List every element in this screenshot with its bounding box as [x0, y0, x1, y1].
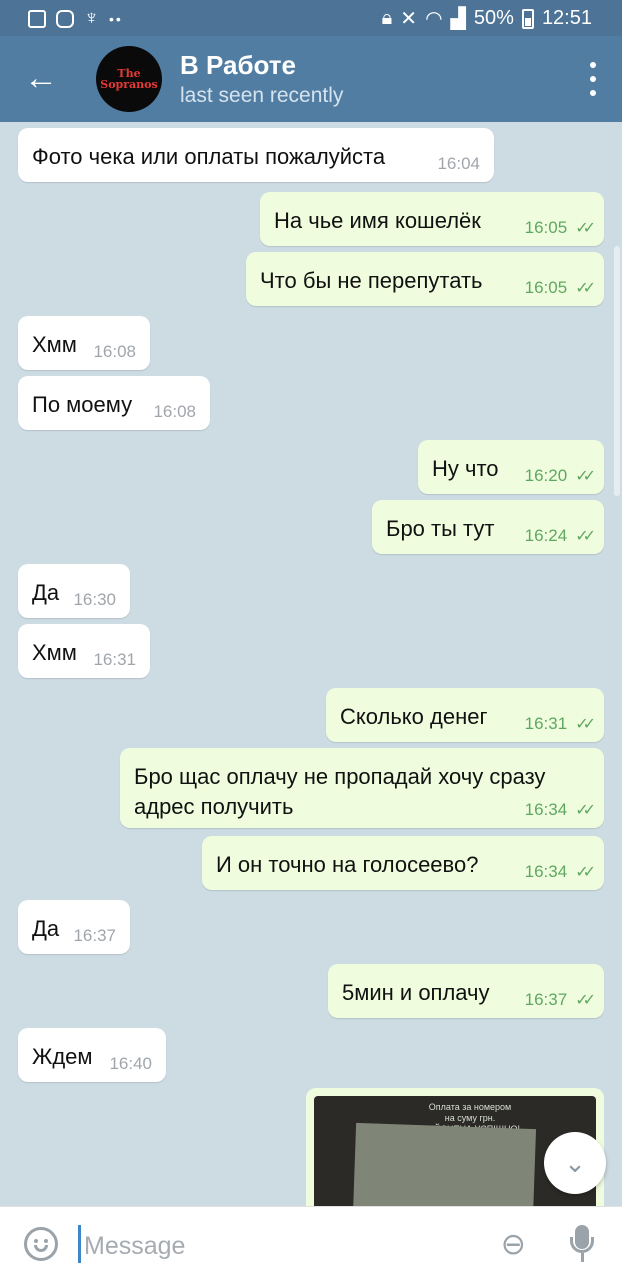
instagram-icon [56, 9, 74, 28]
message-time: 16:05 [524, 278, 568, 297]
clock: 12:51 [541, 7, 592, 29]
chat-subtitle: last seen recently [180, 84, 344, 107]
accessibility-icon: ♆ [84, 7, 99, 29]
chevron-down-icon: ⌄ [564, 1148, 586, 1178]
status-bar: ♆ •• 🔒︎ ✕ ◠ ▟ 50% 12:51 [0, 0, 622, 36]
message-time: 16:37 [524, 990, 568, 1009]
more-dots-icon: •• [109, 10, 123, 27]
message-time: 16:31 [524, 714, 568, 733]
message-time: 16:08 [93, 342, 136, 361]
double-check-icon: ✓✓ [575, 992, 596, 1009]
mute-icon: ✕ [400, 8, 418, 30]
message-time: 16:30 [73, 590, 116, 609]
double-check-icon: ✓✓ [575, 864, 596, 881]
message-bubble[interactable]: По моему 16:08 [18, 376, 210, 430]
more-vert-icon[interactable] [586, 62, 600, 96]
double-check-icon: ✓✓ [575, 528, 596, 545]
message-time: 16:34 [524, 862, 568, 881]
message-time: 16:20 [524, 466, 568, 485]
lock-icon: 🔒︎ [381, 7, 393, 29]
message-time: 16:08 [153, 402, 196, 421]
message-time: 16:24 [524, 526, 568, 545]
message-bubble[interactable]: На чье имя кошелёк 16:05 ✓✓ [260, 192, 604, 246]
message-bubble[interactable]: Ну что 16:20 ✓✓ [418, 440, 604, 494]
photo-caption-line: на суму грн. [444, 1113, 496, 1123]
receipt-paper [351, 1122, 537, 1206]
battery-icon [521, 8, 534, 29]
double-check-icon: ✓✓ [575, 468, 596, 485]
attach-icon[interactable]: ⊘ [485, 1217, 540, 1272]
message-bubble[interactable]: 5мин и оплачу 16:37 ✓✓ [328, 964, 604, 1018]
message-time: 16:05 [524, 218, 568, 237]
message-time: 16:31 [93, 650, 136, 669]
message-time: 16:04 [437, 154, 480, 173]
double-check-icon: ✓✓ [575, 280, 596, 297]
message-bubble[interactable]: Ждем 16:40 [18, 1028, 166, 1082]
avatar-text: The Sopranos [100, 67, 158, 91]
status-bar-right: 🔒︎ ✕ ◠ ▟ 50% 12:51 [382, 6, 592, 31]
message-bubble[interactable]: Что бы не перепутать 16:05 ✓✓ [246, 252, 604, 306]
double-check-icon: ✓✓ [575, 716, 596, 733]
message-bubble[interactable]: Фото чека или оплаты пожалуйста 16:04 [18, 128, 494, 182]
chat-title[interactable]: В Работе [180, 50, 296, 81]
message-bubble[interactable]: Сколько денег 16:31 ✓✓ [326, 688, 604, 742]
mic-icon[interactable] [568, 1225, 598, 1265]
double-check-icon: ✓✓ [575, 220, 596, 237]
message-text: Фото чека или оплаты пожалуйста [32, 144, 386, 169]
avatar[interactable]: The Sopranos [96, 46, 162, 112]
message-text: Бро щас оплачу не пропадай хочу сразу ад… [134, 764, 546, 819]
message-bubble[interactable]: Хмм 16:31 [18, 624, 150, 678]
message-time: 16:34 [524, 800, 568, 819]
signal-icon: ▟ [450, 8, 466, 30]
message-bubble[interactable]: Да 16:30 [18, 564, 130, 618]
gallery-icon [28, 9, 46, 28]
chat-header: ← The Sopranos В Работе last seen recent… [0, 36, 622, 122]
photo-caption-line: Оплата за номером [428, 1102, 512, 1112]
scroll-down-button[interactable]: ⌄ [544, 1132, 606, 1194]
scrollbar[interactable] [614, 246, 620, 496]
message-composer: ⊘ [0, 1206, 622, 1280]
message-time: 16:37 [73, 926, 116, 945]
wifi-icon: ◠ [425, 8, 443, 30]
message-bubble[interactable]: И он точно на голосеево? 16:34 ✓✓ [202, 836, 604, 890]
back-arrow-icon[interactable]: ← [24, 58, 60, 98]
emoji-icon[interactable] [24, 1227, 58, 1261]
message-bubble[interactable]: Бро ты тут 16:24 ✓✓ [372, 500, 604, 554]
double-check-icon: ✓✓ [575, 802, 596, 819]
battery-percent: 50% [473, 7, 514, 29]
message-bubble[interactable]: Хмм 16:08 [18, 316, 150, 370]
message-input[interactable] [82, 1227, 466, 1265]
message-bubble[interactable]: Да 16:37 [18, 900, 130, 954]
message-time: 16:40 [109, 1054, 152, 1073]
chat-area[interactable]: Фото чека или оплаты пожалуйста 16:04 На… [0, 122, 622, 1206]
status-bar-left-icons: ♆ •• [28, 7, 123, 30]
text-cursor [78, 1225, 81, 1263]
message-bubble[interactable]: Бро щас оплачу не пропадай хочу сразу ад… [120, 748, 604, 828]
